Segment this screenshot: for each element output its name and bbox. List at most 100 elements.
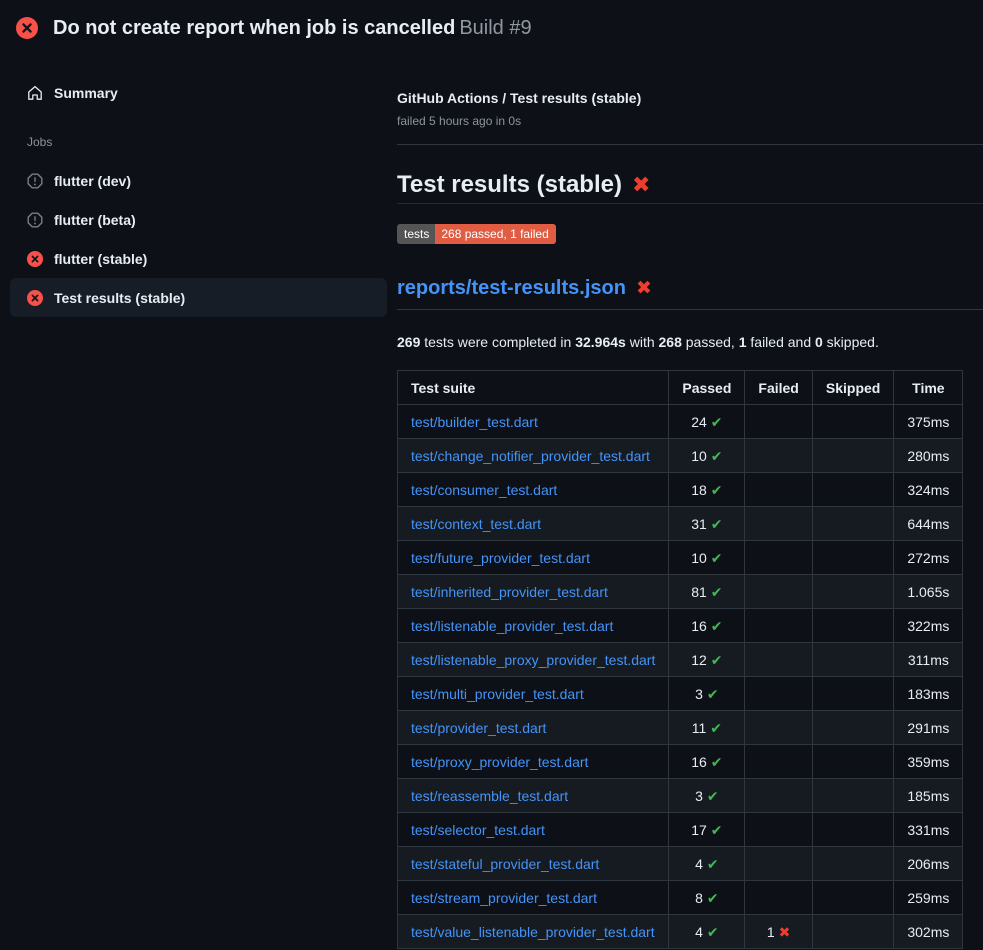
test-suite-link[interactable]: test/reassemble_test.dart	[411, 788, 568, 804]
test-suite-cell: test/stateful_provider_test.dart	[398, 847, 669, 881]
pass-check-icon: ✔	[711, 516, 723, 532]
time-cell: 644ms	[894, 507, 963, 541]
failed-count: 1	[739, 334, 747, 350]
pass-check-icon: ✔	[707, 924, 719, 940]
test-suite-cell: test/selector_test.dart	[398, 813, 669, 847]
test-suite-cell: test/change_notifier_provider_test.dart	[398, 439, 669, 473]
summary-label: Summary	[54, 85, 118, 101]
table-header-row: Test suite Passed Failed Skipped Time	[398, 371, 963, 405]
pass-check-icon: ✔	[707, 788, 719, 804]
pass-check-icon: ✔	[711, 448, 723, 464]
skipped-cell	[812, 847, 893, 881]
summary-fragment: failed and	[747, 334, 816, 350]
job-label: Test results (stable)	[54, 290, 185, 306]
test-suite-link[interactable]: test/inherited_provider_test.dart	[411, 584, 608, 600]
test-suite-link[interactable]: test/stream_provider_test.dart	[411, 890, 597, 906]
test-suite-link[interactable]: test/selector_test.dart	[411, 822, 545, 838]
test-suite-link[interactable]: test/builder_test.dart	[411, 414, 538, 430]
time-cell: 375ms	[894, 405, 963, 439]
failed-cell	[745, 541, 812, 575]
pass-check-icon: ✔	[707, 856, 719, 872]
table-row: test/context_test.dart 31✔ 644ms	[398, 507, 963, 541]
summary-fragment: tests were completed in	[420, 334, 575, 350]
test-suite-cell: test/value_listenable_provider_test.dart	[398, 915, 669, 949]
page-title: Do not create report when job is cancell…	[53, 16, 532, 40]
failed-cell	[745, 779, 812, 813]
pass-check-icon: ✔	[711, 652, 723, 668]
time-cell: 302ms	[894, 915, 963, 949]
passed-cell: 11✔	[669, 711, 745, 745]
passed-cell: 4✔	[669, 847, 745, 881]
count-value: 31	[691, 516, 707, 532]
passed-cell: 16✔	[669, 745, 745, 779]
time-cell: 183ms	[894, 677, 963, 711]
sidebar-item-summary[interactable]: Summary	[10, 75, 387, 111]
test-suite-cell: test/stream_provider_test.dart	[398, 881, 669, 915]
time-cell: 311ms	[894, 643, 963, 677]
time-cell: 206ms	[894, 847, 963, 881]
test-suite-link[interactable]: test/listenable_proxy_provider_test.dart	[411, 652, 655, 668]
badge-label: tests	[397, 224, 435, 244]
table-row: test/change_notifier_provider_test.dart 1…	[398, 439, 963, 473]
count-value: 4	[695, 856, 703, 872]
test-suite-cell: test/proxy_provider_test.dart	[398, 745, 669, 779]
run-title: Do not create report when job is cancell…	[53, 17, 455, 39]
test-suite-link[interactable]: test/proxy_provider_test.dart	[411, 754, 588, 770]
test-suite-cell: test/builder_test.dart	[398, 405, 669, 439]
failed-cell	[745, 439, 812, 473]
job-label: flutter (stable)	[54, 251, 147, 267]
test-suite-link[interactable]: test/listenable_provider_test.dart	[411, 618, 613, 634]
failed-cell	[745, 643, 812, 677]
skipped-cell	[812, 813, 893, 847]
sidebar-item-flutter-stable[interactable]: flutter (stable)	[10, 239, 387, 278]
test-suite-link[interactable]: test/value_listenable_provider_test.dart	[411, 924, 655, 940]
skipped-cell	[812, 405, 893, 439]
skipped-cell	[812, 541, 893, 575]
test-suite-link[interactable]: test/provider_test.dart	[411, 720, 546, 736]
failed-cross-icon: ✖	[632, 170, 650, 200]
count-value: 1	[767, 924, 775, 940]
pass-check-icon: ✔	[711, 414, 723, 430]
skipped-cell	[812, 779, 893, 813]
passed-cell: 3✔	[669, 677, 745, 711]
time-cell: 324ms	[894, 473, 963, 507]
sidebar-item-flutter-beta[interactable]: flutter (beta)	[10, 200, 387, 239]
passed-cell: 81✔	[669, 575, 745, 609]
test-suite-link[interactable]: test/change_notifier_provider_test.dart	[411, 448, 650, 464]
summary-fragment: with	[626, 334, 659, 350]
test-suite-cell: test/listenable_proxy_provider_test.dart	[398, 643, 669, 677]
passed-cell: 10✔	[669, 541, 745, 575]
duration-value: 32.964s	[575, 334, 626, 350]
failed-cell	[745, 405, 812, 439]
test-suite-link[interactable]: test/multi_provider_test.dart	[411, 686, 584, 702]
failed-cell	[745, 881, 812, 915]
passed-cell: 8✔	[669, 881, 745, 915]
sidebar-item-flutter-dev[interactable]: flutter (dev)	[10, 161, 387, 200]
divider	[397, 144, 983, 145]
pass-check-icon: ✔	[711, 482, 723, 498]
skipped-count: 0	[815, 334, 823, 350]
table-row: test/multi_provider_test.dart 3✔ 183ms	[398, 677, 963, 711]
table-row: test/builder_test.dart 24✔ 375ms	[398, 405, 963, 439]
time-cell: 359ms	[894, 745, 963, 779]
test-suite-link[interactable]: test/consumer_test.dart	[411, 482, 557, 498]
test-suite-link[interactable]: test/stateful_provider_test.dart	[411, 856, 599, 872]
badge-value: 268 passed, 1 failed	[435, 224, 555, 244]
count-value: 10	[691, 448, 707, 464]
report-file-link[interactable]: reports/test-results.json	[397, 276, 626, 301]
main-content: GitHub Actions / Test results (stable) f…	[397, 52, 983, 949]
test-suite-link[interactable]: test/future_provider_test.dart	[411, 550, 590, 566]
table-row: test/future_provider_test.dart10✔272ms	[398, 541, 963, 575]
section-heading: Test results (stable) ✖	[397, 170, 983, 204]
count-value: 24	[691, 414, 707, 430]
failed-cell	[745, 677, 812, 711]
failed-icon	[27, 251, 43, 267]
count-value: 16	[691, 618, 707, 634]
breadcrumb: GitHub Actions / Test results (stable)	[397, 88, 983, 108]
column-header-time: Time	[894, 371, 963, 405]
sidebar-item-test-results-stable[interactable]: Test results (stable)	[10, 278, 387, 317]
count-value: 17	[691, 822, 707, 838]
skipped-cell	[812, 575, 893, 609]
passed-cell: 10✔	[669, 439, 745, 473]
test-suite-link[interactable]: test/context_test.dart	[411, 516, 541, 532]
